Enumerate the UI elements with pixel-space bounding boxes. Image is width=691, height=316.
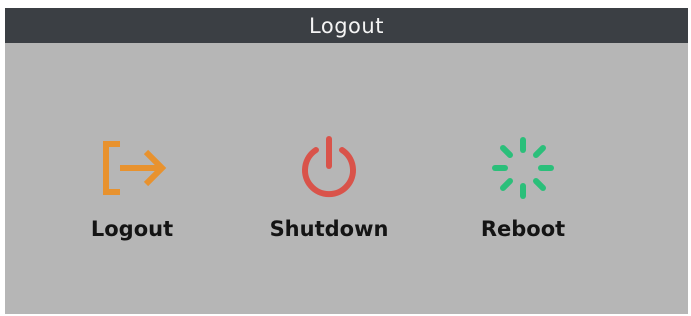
logout-label: Logout (90, 217, 174, 241)
reboot-spinner-icon (483, 136, 563, 200)
dialog-title: Logout (309, 13, 384, 38)
reboot-label: Reboot (480, 217, 566, 241)
logout-icon (92, 136, 172, 200)
dialog-title-bar: Logout (5, 8, 688, 43)
shutdown-button[interactable]: Shutdown (244, 136, 414, 251)
logout-button[interactable]: Logout (47, 136, 217, 251)
shutdown-label: Shutdown (269, 217, 389, 241)
reboot-button[interactable]: Reboot (438, 136, 608, 251)
logout-dialog: Logout Logout Shutdown Reboot (5, 8, 688, 314)
power-icon (289, 136, 369, 200)
